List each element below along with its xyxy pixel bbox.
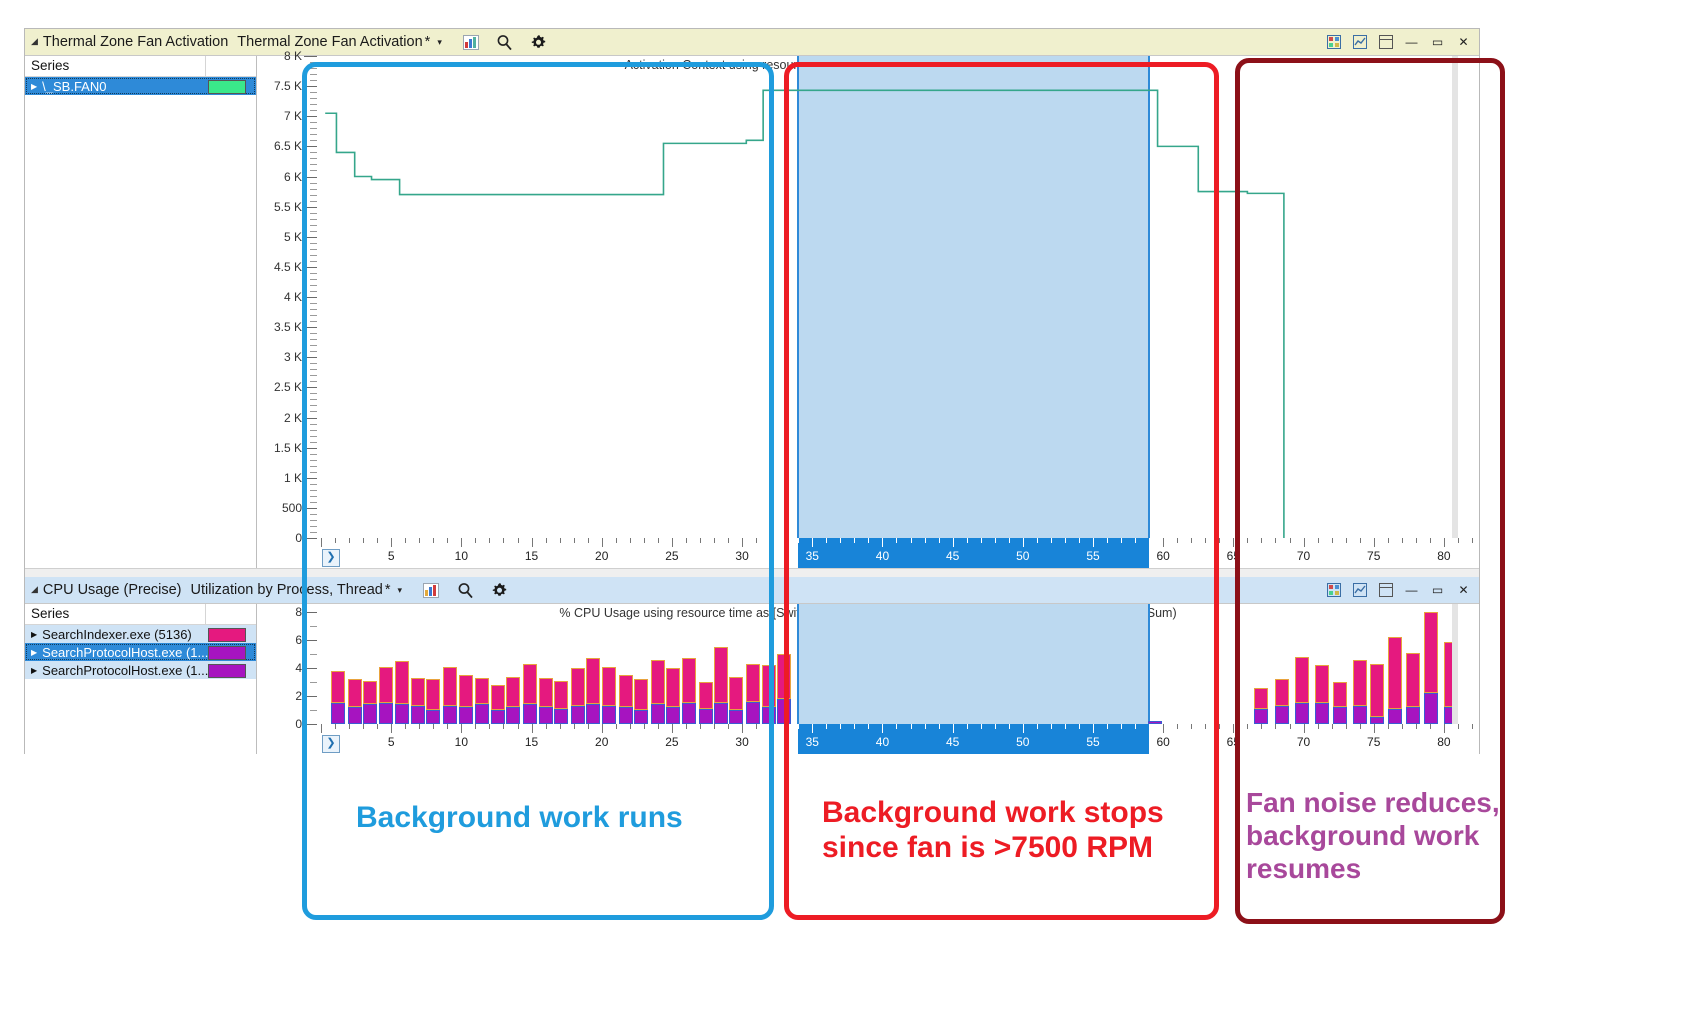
preset-dropdown-caret-icon[interactable]: ▾ [437, 37, 442, 48]
x-tick [1219, 538, 1221, 543]
thermal-panel-header[interactable]: ◢ Thermal Zone Fan Activation Thermal Zo… [25, 29, 1479, 56]
y-tick-label: 500 [281, 500, 302, 515]
cpu-series-list[interactable]: Series ▶ SearchIndexer.exe (5136) ▶ Sear… [25, 604, 257, 754]
y-tick-label: 3.5 K [273, 320, 302, 335]
y-tick-label: 1.5 K [273, 440, 302, 455]
preset-modified-marker: * [424, 34, 431, 50]
series-row-sb-fan0[interactable]: ▶ \_SB.FAN0 [25, 77, 256, 95]
y-tick-label: 4.5 K [273, 259, 302, 274]
y-tick-label: 3 K [283, 350, 302, 365]
y-tick-label: 6.5 K [273, 139, 302, 154]
y-tick-major [304, 56, 317, 57]
thermal-series-list[interactable]: Series ▶ \_SB.FAN0 [25, 56, 257, 568]
maximize-button[interactable]: ▭ [1429, 35, 1446, 50]
collapse-triangle-icon[interactable]: ◢ [31, 584, 38, 595]
close-button[interactable]: ✕ [1455, 35, 1472, 50]
y-tick-label: 2.5 K [273, 380, 302, 395]
x-tick [1219, 724, 1221, 729]
y-tick-label: 7.5 K [273, 79, 302, 94]
series-color-swatch [208, 646, 246, 660]
y-tick-label: 7 K [283, 109, 302, 124]
callout-box-background-work-stops [784, 62, 1219, 920]
series-row-searchprotocolhost-1[interactable]: ▶ SearchProtocolHost.exe (1... [25, 643, 256, 661]
y-tick-label: 8 K [283, 49, 302, 63]
series-label: SearchProtocolHost.exe (1... [42, 644, 209, 660]
thermal-preset-label[interactable]: Thermal Zone Fan Activation [237, 34, 422, 50]
table-view-icon[interactable] [1377, 35, 1394, 50]
expand-triangle-icon[interactable]: ▶ [31, 648, 37, 657]
series-color-swatch [208, 664, 246, 678]
series-label: SearchIndexer.exe (5136) [42, 626, 192, 642]
y-tick-label: 8 [295, 605, 302, 620]
series-row-searchindexer[interactable]: ▶ SearchIndexer.exe (5136) [25, 625, 256, 643]
chart-icon[interactable] [462, 33, 480, 51]
y-tick-label: 0 [295, 717, 302, 731]
thermal-window-controls[interactable]: — ▭ ✕ [1325, 35, 1479, 50]
expand-triangle-icon[interactable]: ▶ [31, 82, 37, 91]
cpu-panel-title: CPU Usage (Precise) [42, 582, 182, 598]
expand-triangle-icon[interactable]: ▶ [31, 666, 37, 675]
expand-triangle-icon[interactable]: ▶ [31, 630, 37, 639]
grid-view-icon[interactable] [1325, 35, 1342, 50]
y-tick-label: 2 K [283, 410, 302, 425]
cpu-series-header: Series [25, 604, 256, 625]
y-tick-label: 0 [295, 531, 302, 545]
series-color-swatch [208, 628, 246, 642]
y-tick-label: 6 K [283, 169, 302, 184]
y-tick-label: 4 [295, 661, 302, 676]
callout-label-background-work-runs: Background work runs [356, 801, 683, 834]
thermal-panel-title: Thermal Zone Fan Activation [42, 34, 229, 50]
y-tick-label: 2 [295, 689, 302, 704]
series-label: SearchProtocolHost.exe (1... [42, 662, 209, 678]
callout-box-background-work-runs [302, 62, 774, 920]
y-tick-label: 6 [295, 633, 302, 648]
y-tick-label: 5 K [283, 229, 302, 244]
series-row-searchprotocolhost-2[interactable]: ▶ SearchProtocolHost.exe (1... [25, 661, 256, 679]
thermal-series-header: Series [25, 56, 256, 77]
gear-icon[interactable] [530, 33, 548, 51]
search-icon[interactable] [496, 33, 514, 51]
series-label: \_SB.FAN0 [42, 78, 107, 94]
callout-label-fan-noise-reduces: Fan noise reduces, background work resum… [1246, 787, 1500, 885]
chart-view-icon[interactable] [1351, 35, 1368, 50]
series-color-swatch [208, 80, 246, 94]
collapse-triangle-icon[interactable]: ◢ [31, 36, 38, 47]
callout-label-background-work-stops: Background work stops since fan is >7500… [822, 796, 1164, 865]
y-tick-label: 1 K [283, 470, 302, 485]
y-tick-label: 4 K [283, 290, 302, 304]
minimize-button[interactable]: — [1403, 35, 1420, 50]
y-tick-label: 5.5 K [273, 199, 302, 214]
